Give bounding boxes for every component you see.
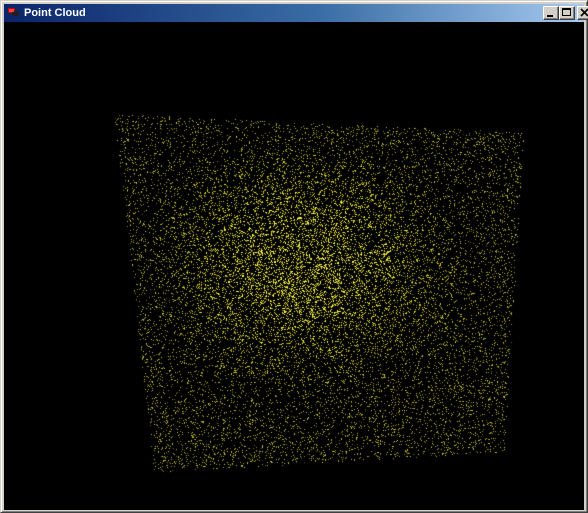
close-button[interactable] [577, 6, 588, 20]
window-title: Point Cloud [24, 7, 86, 19]
point-cloud-window: Point Cloud [0, 0, 588, 513]
app-icon[interactable] [6, 5, 22, 21]
minimize-button[interactable] [543, 6, 559, 20]
maximize-icon [562, 8, 571, 16]
title-bar[interactable]: Point Cloud [4, 4, 588, 22]
minimize-icon [547, 15, 553, 17]
close-icon [580, 8, 588, 17]
point-cloud-viewport[interactable] [4, 22, 584, 510]
maximize-button[interactable] [559, 6, 575, 20]
point-cloud-canvas[interactable] [4, 22, 584, 510]
